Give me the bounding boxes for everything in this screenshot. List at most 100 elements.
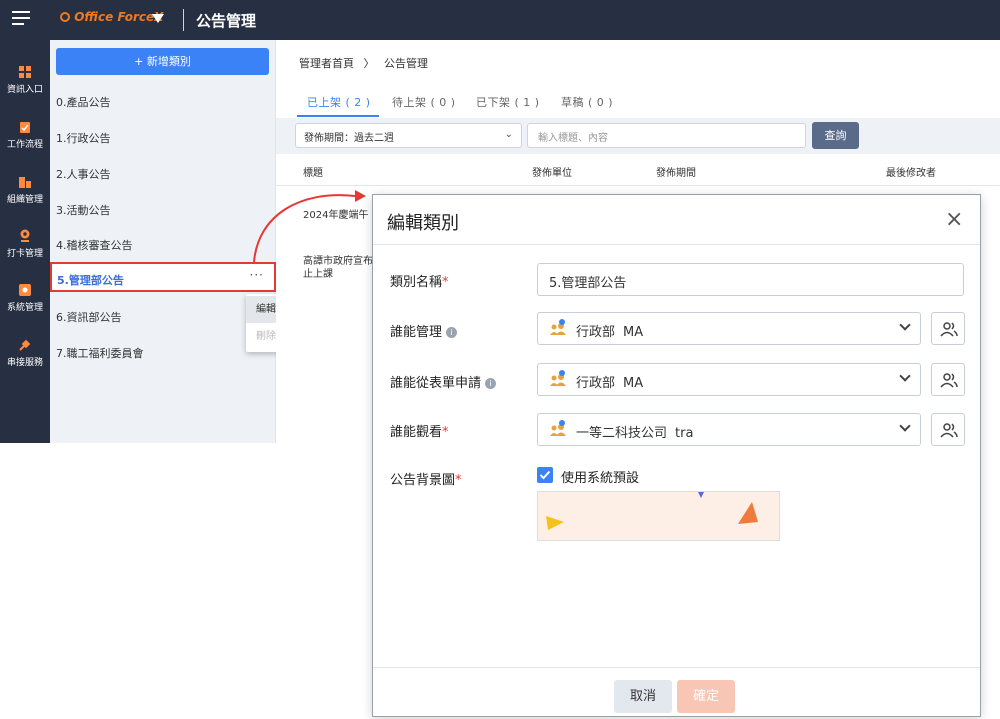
background-label: 公告背景圖* <box>390 473 462 488</box>
chevron-down-icon <box>899 370 911 382</box>
tab-underline <box>297 115 379 117</box>
category-item-label: 5.管理部公告 <box>57 274 124 287</box>
users-icon <box>940 373 958 388</box>
managers-value: 行政部 <box>576 325 616 340</box>
category-item[interactable]: 3.活動公告 <box>56 202 111 218</box>
table-row-title[interactable]: 2024年慶端午 <box>303 206 368 221</box>
info-icon[interactable]: i <box>446 327 458 338</box>
confirm-button[interactable]: 確定 <box>677 680 735 713</box>
plug-icon <box>19 339 31 351</box>
pick-users-button[interactable] <box>931 312 965 345</box>
form-apply-select[interactable]: 行政部 MA <box>537 363 921 396</box>
table-row-title-cont: 止上課 <box>303 269 333 280</box>
category-item-selected[interactable]: 5.管理部公告 ··· <box>50 262 276 292</box>
managers-select[interactable]: 行政部 MA <box>537 312 921 345</box>
viewers-select[interactable]: 一等二科技公司 tra <box>537 413 921 446</box>
chevron-down-icon <box>899 319 911 331</box>
rail-item-integration[interactable]: 串接服務 <box>0 338 50 368</box>
period-select[interactable]: 發佈期間：過去二週 ⌄ <box>295 123 522 148</box>
users-icon <box>940 322 958 337</box>
app-title: 公告管理 <box>196 12 257 30</box>
category-item[interactable]: 7.職工福利委員會 <box>56 345 144 361</box>
edit-category-dialog: 編輯類別 × 類別名稱* 5.管理部公告 誰能管理 i 行政部 MA 誰能從表單申請… <box>372 194 981 717</box>
column-header-unit: 發佈單位 <box>532 168 572 179</box>
caret-down-icon[interactable] <box>152 14 164 23</box>
category-name-label: 類別名稱* <box>390 275 449 290</box>
org-chart-icon <box>19 177 31 188</box>
required-mark: * <box>442 425 449 440</box>
column-header-period: 發佈期間 <box>656 168 696 179</box>
query-button[interactable]: 查詢 <box>812 122 859 149</box>
pick-users-button[interactable] <box>931 413 965 446</box>
breadcrumb-home[interactable]: 管理者首頁 <box>299 57 354 70</box>
managers-code: MA <box>623 325 644 340</box>
chevron-down-icon: ⌄ <box>504 129 513 140</box>
breadcrumb-separator: 〉 <box>363 57 375 70</box>
user-group-icon <box>550 370 566 386</box>
category-name-input[interactable]: 5.管理部公告 <box>537 263 964 296</box>
background-preview-art <box>546 492 758 530</box>
dialog-divider <box>373 244 980 245</box>
rail-item-label: 系統管理 <box>6 303 43 313</box>
rail-item-label: 資訊入口 <box>6 85 43 95</box>
dialog-footer-divider <box>373 667 980 668</box>
breadcrumb: 管理者首頁 〉 公告管理 <box>299 55 428 71</box>
rail-item-label: 工作流程 <box>6 140 43 150</box>
form-apply-value: 行政部 <box>576 376 616 391</box>
chevron-down-icon <box>899 420 911 432</box>
rail-item-label: 組織管理 <box>6 195 43 205</box>
user-group-icon <box>550 420 566 436</box>
managers-label: 誰能管理 i <box>390 321 458 340</box>
top-bar: Office ForceX 公告管理 <box>0 0 1000 40</box>
left-rail: 資訊入口 工作流程 組織管理 打卡管理 系統管理 串接服務 <box>0 40 50 443</box>
category-panel: + 新增類別 0.產品公告 1.行政公告 2.人事公告 3.活動公告 4.稽核審… <box>50 40 276 443</box>
rail-item-workflow[interactable]: 工作流程 <box>0 120 50 150</box>
period-select-value: 發佈期間：過去二週 <box>304 133 394 144</box>
header-divider <box>276 185 1000 186</box>
viewers-label: 誰能觀看* <box>390 425 449 440</box>
category-item[interactable]: 1.行政公告 <box>56 130 111 146</box>
filter-bar: 發佈期間：過去二週 ⌄ 輸入標題、內容 查詢 <box>276 118 1000 154</box>
tab-unpublished[interactable]: 已下架 ( 1 ) <box>476 94 540 110</box>
breadcrumb-current: 公告管理 <box>384 57 428 70</box>
viewers-code: tra <box>675 426 694 441</box>
cancel-button[interactable]: 取消 <box>614 680 672 713</box>
close-icon[interactable]: × <box>945 207 963 232</box>
tab-published[interactable]: 已上架 ( 2 ) <box>307 94 371 110</box>
required-mark: * <box>455 473 462 488</box>
rail-item-organization[interactable]: 組織管理 <box>0 175 50 205</box>
background-preview-image <box>537 491 780 541</box>
menu-icon[interactable] <box>12 11 30 25</box>
clipboard-check-icon <box>20 122 30 133</box>
search-input[interactable]: 輸入標題、內容 <box>527 123 806 148</box>
info-icon[interactable]: i <box>485 378 497 389</box>
status-tabs: 已上架 ( 2 ) 待上架 ( 0 ) 已下架 ( 1 ) 草稿 ( 0 ) <box>276 90 1000 118</box>
category-item[interactable]: 6.資訊部公告 <box>56 309 122 325</box>
screen: Office ForceX 公告管理 資訊入口 工作流程 組織管理 打卡管理 系… <box>0 0 1000 719</box>
divider <box>183 9 184 31</box>
check-icon <box>539 470 551 480</box>
more-options-icon[interactable]: ··· <box>250 268 264 282</box>
brand-logo: Office ForceX <box>60 10 163 24</box>
tab-drafts[interactable]: 草稿 ( 0 ) <box>561 94 613 110</box>
rail-item-attendance[interactable]: 打卡管理 <box>0 229 50 259</box>
category-item[interactable]: 4.稽核審查公告 <box>56 237 133 253</box>
tab-scheduled[interactable]: 待上架 ( 0 ) <box>392 94 456 110</box>
rail-item-system[interactable]: 系統管理 <box>0 283 50 313</box>
rail-item-label: 打卡管理 <box>6 249 43 259</box>
use-default-checkbox[interactable] <box>537 467 553 483</box>
form-apply-code: MA <box>623 376 644 391</box>
use-default-label[interactable]: 使用系統預設 <box>561 467 639 486</box>
rail-item-info-portal[interactable]: 資訊入口 <box>0 65 50 95</box>
category-item[interactable]: 2.人事公告 <box>56 166 111 182</box>
form-apply-label: 誰能從表單申請 i <box>390 372 497 391</box>
user-group-icon <box>550 319 566 335</box>
column-header-title: 標題 <box>303 168 323 179</box>
category-item[interactable]: 0.產品公告 <box>56 94 111 110</box>
rail-item-label: 串接服務 <box>6 358 43 368</box>
gear-icon <box>19 284 31 296</box>
pick-users-button[interactable] <box>931 363 965 396</box>
dashboard-icon <box>19 66 31 78</box>
required-mark: * <box>442 275 449 290</box>
add-category-button[interactable]: + 新增類別 <box>56 48 269 75</box>
